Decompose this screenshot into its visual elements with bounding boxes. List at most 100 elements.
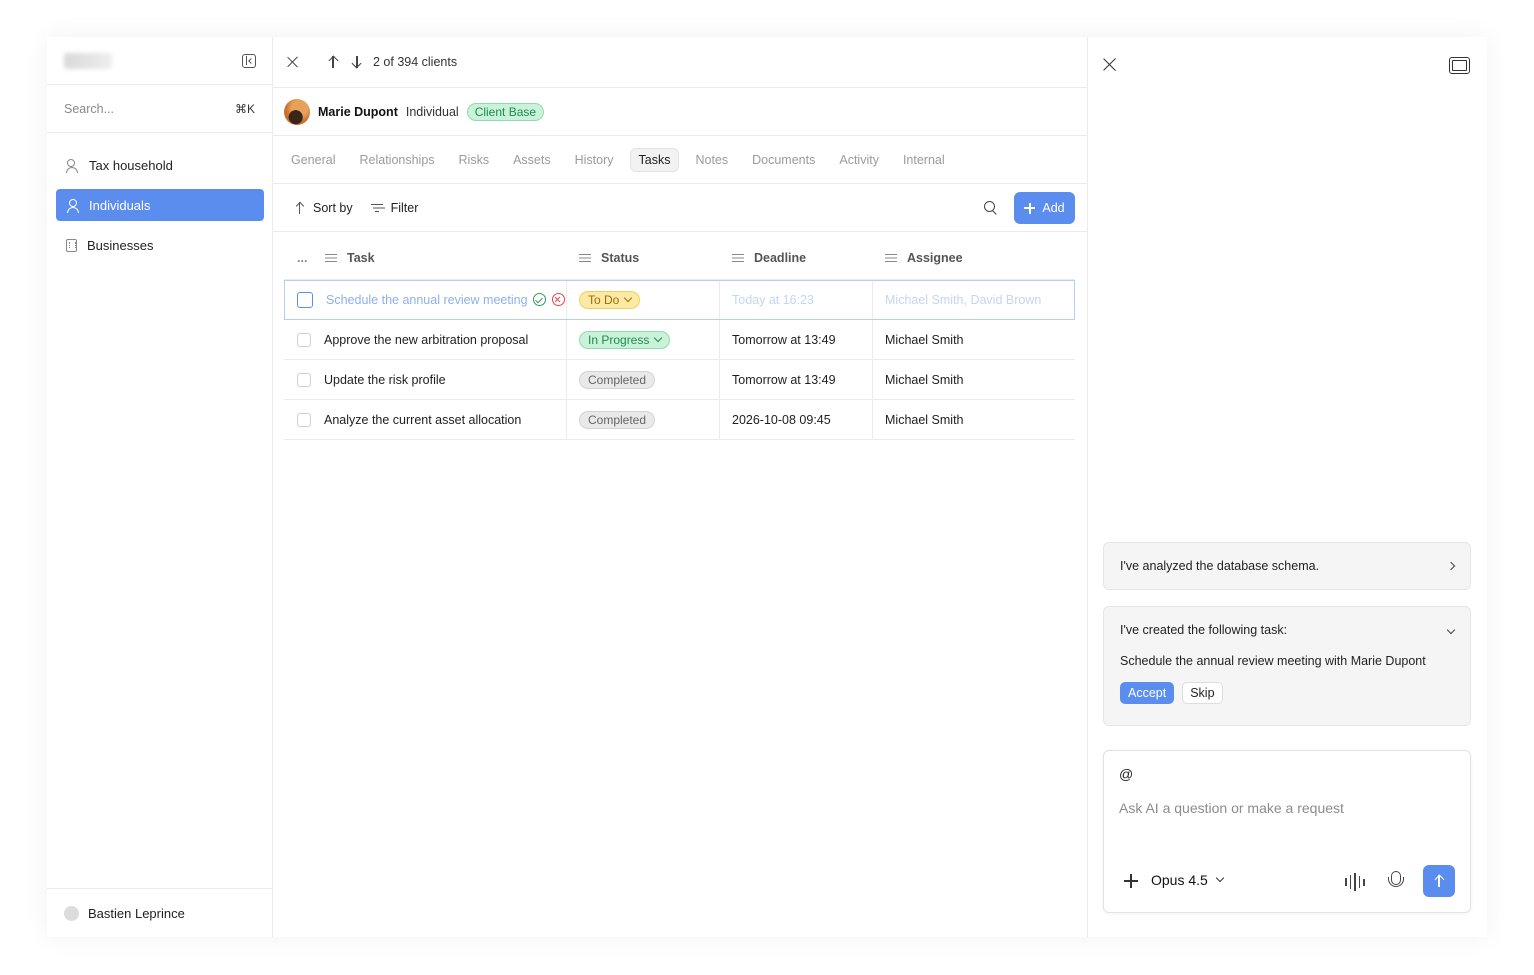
table-row[interactable]: Update the risk profile Completed Tomorr…	[284, 360, 1075, 400]
column-header-task[interactable]: ... Task	[284, 237, 567, 279]
mention-button[interactable]: @	[1119, 766, 1133, 782]
chevron-down-icon	[1215, 873, 1225, 883]
ai-assistant-panel: I've analyzed the database schema. I've …	[1088, 37, 1487, 937]
pager-count: 2 of 394 clients	[373, 55, 458, 69]
assignee-cell[interactable]: Michael Smith	[873, 400, 1075, 439]
deadline-cell[interactable]: Tomorrow at 13:49	[720, 360, 873, 399]
accept-button[interactable]: Accept	[1120, 682, 1175, 704]
model-selector[interactable]: Opus 4.5	[1151, 872, 1225, 888]
check-circle-icon[interactable]	[532, 293, 546, 306]
chevron-down-icon	[654, 333, 663, 343]
user-name: Bastien Leprince	[88, 905, 185, 921]
sidebar-item-individuals[interactable]: Individuals	[56, 189, 264, 221]
attach-button[interactable]	[1124, 874, 1138, 891]
filter-label: Filter	[390, 200, 419, 215]
task-title: Approve the new arbitration proposal	[324, 332, 529, 347]
status-cell[interactable]: Completed	[567, 360, 720, 399]
add-task-button[interactable]: Add	[1014, 192, 1075, 224]
close-icon[interactable]	[287, 56, 299, 68]
status-cell[interactable]: To Do	[567, 280, 720, 319]
list-icon	[885, 253, 897, 263]
task-cell[interactable]: Approve the new arbitration proposal	[284, 320, 567, 359]
collapse-sidebar-icon[interactable]	[242, 54, 256, 68]
column-label: Assignee	[907, 251, 963, 265]
tasks-table: ... Task Status Deadline Assignee Schedu…	[284, 237, 1075, 440]
skip-button[interactable]: Skip	[1182, 682, 1223, 704]
arrow-up-icon[interactable]	[327, 55, 339, 69]
tab-assets[interactable]: Assets	[505, 149, 559, 171]
ai-composer[interactable]: @ Ask AI a question or make a request Op…	[1103, 750, 1471, 913]
sidebar: Search... ⌘K Tax household Individuals B…	[47, 37, 273, 937]
table-row[interactable]: Analyze the current asset allocation Com…	[284, 400, 1075, 440]
tab-tasks[interactable]: Tasks	[629, 147, 680, 172]
row-checkbox[interactable]	[297, 291, 313, 308]
table-row[interactable]: Approve the new arbitration proposal In …	[284, 320, 1075, 360]
sidebar-item-label: Tax household	[89, 157, 173, 173]
send-button[interactable]	[1423, 865, 1455, 897]
filter-button[interactable]: Filter	[370, 200, 419, 215]
task-cell[interactable]: Schedule the annual review meeting	[284, 280, 567, 319]
avatar	[64, 905, 79, 921]
column-label: Deadline	[754, 251, 807, 265]
status-badge[interactable]: Completed	[579, 370, 656, 389]
sidebar-item-businesses[interactable]: Businesses	[56, 229, 264, 261]
search-placeholder[interactable]: Search...	[64, 102, 114, 116]
expand-panel-icon[interactable]	[1449, 57, 1470, 74]
deadline-cell[interactable]: Tomorrow at 13:49	[720, 320, 873, 359]
record-navigation: 2 of 394 clients	[273, 37, 1087, 88]
status-dropdown[interactable]: To Do	[579, 290, 641, 309]
deadline-cell[interactable]: 2026-10-08 09:45	[720, 400, 873, 439]
row-checkbox[interactable]	[297, 332, 311, 347]
list-icon	[732, 253, 744, 263]
task-cell[interactable]: Analyze the current asset allocation	[284, 400, 567, 439]
deadline-cell[interactable]: Today at 16:23	[720, 280, 873, 319]
assignee-cell[interactable]: Michael Smith	[873, 320, 1075, 359]
search-bar[interactable]: Search... ⌘K	[47, 85, 272, 133]
sort-button[interactable]: Sort by	[295, 201, 353, 215]
building-icon	[66, 238, 77, 252]
tab-notes[interactable]: Notes	[687, 149, 736, 171]
column-header-assignee[interactable]: Assignee	[873, 237, 1075, 279]
column-label: Task	[347, 251, 375, 265]
task-cell[interactable]: Update the risk profile	[284, 360, 567, 399]
chevron-right-icon[interactable]	[1446, 561, 1456, 571]
voice-wave-icon[interactable]	[1345, 873, 1365, 891]
ai-message-text: I've analyzed the database schema.	[1120, 559, 1320, 573]
tab-risks[interactable]: Risks	[451, 149, 498, 171]
user-profile[interactable]: Bastien Leprince	[47, 888, 272, 937]
cancel-circle-icon[interactable]	[551, 293, 565, 306]
more-columns[interactable]: ...	[297, 251, 325, 265]
assignee-cell[interactable]: Michael Smith, David Brown	[873, 280, 1075, 319]
status-badge[interactable]: Completed	[579, 410, 656, 429]
row-checkbox[interactable]	[297, 372, 311, 387]
tab-documents[interactable]: Documents	[744, 149, 823, 171]
tab-general[interactable]: General	[283, 149, 343, 171]
close-icon[interactable]	[1103, 58, 1115, 70]
client-type: Individual	[405, 104, 459, 119]
tab-history[interactable]: History	[567, 149, 622, 171]
close-ai-panel-button[interactable]	[1103, 58, 1115, 73]
column-header-status[interactable]: Status	[567, 237, 720, 279]
column-label: Status	[601, 251, 640, 265]
column-header-deadline[interactable]: Deadline	[720, 237, 873, 279]
table-row[interactable]: Schedule the annual review meeting To Do…	[284, 280, 1075, 320]
client-detail-panel: 2 of 394 clients Marie Dupont Individual…	[273, 37, 1088, 937]
assignee-cell[interactable]: Michael Smith	[873, 360, 1075, 399]
prompt-input[interactable]: Ask AI a question or make a request	[1119, 800, 1344, 816]
tab-internal[interactable]: Internal	[895, 149, 953, 171]
arrow-down-icon[interactable]	[351, 55, 363, 69]
row-checkbox[interactable]	[297, 412, 311, 427]
status-cell[interactable]: In Progress	[567, 320, 720, 359]
ai-message-schema[interactable]: I've analyzed the database schema.	[1103, 542, 1471, 590]
microphone-icon[interactable]	[1388, 871, 1404, 891]
status-dropdown[interactable]: In Progress	[579, 330, 671, 349]
sidebar-item-tax-household[interactable]: Tax household	[56, 149, 264, 181]
chevron-down-icon[interactable]	[1446, 625, 1456, 635]
tab-relationships[interactable]: Relationships	[351, 149, 442, 171]
add-label: Add	[1042, 201, 1065, 215]
tab-activity[interactable]: Activity	[831, 149, 887, 171]
assignee-value: Michael Smith	[885, 332, 964, 347]
list-icon	[325, 253, 337, 263]
status-cell[interactable]: Completed	[567, 400, 720, 439]
search-icon[interactable]	[984, 201, 997, 214]
